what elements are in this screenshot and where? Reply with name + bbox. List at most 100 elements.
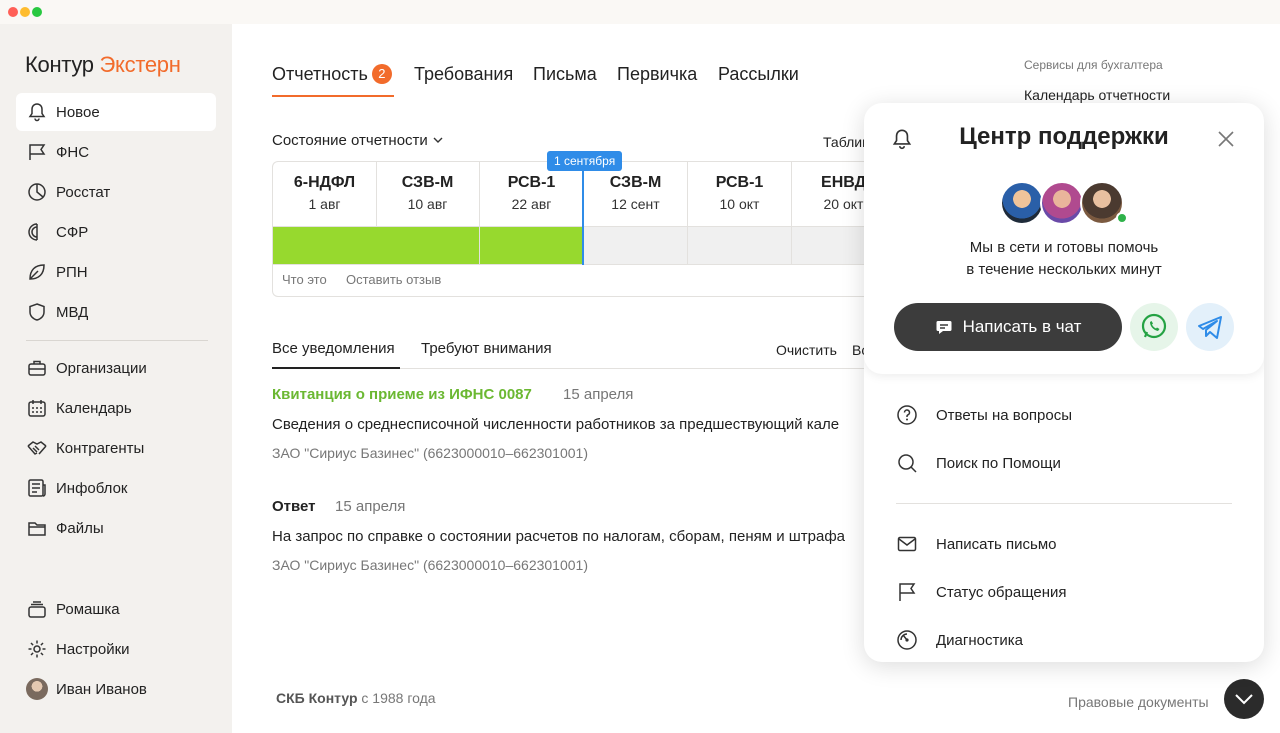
sidebar-divider: [26, 340, 208, 341]
report-cell[interactable]: СЗВ-М 10 авг: [376, 162, 480, 226]
support-subtitle-line: в течение нескольких минут: [966, 261, 1162, 278]
faq-menu-item[interactable]: Ответы на вопросы: [896, 404, 1072, 426]
sidebar-item-label: Настройки: [56, 640, 130, 658]
sidebar-item-files[interactable]: Файлы: [16, 509, 216, 547]
support-title: Центр поддержки: [959, 123, 1169, 150]
write-to-chat-button[interactable]: Написать в чат: [894, 303, 1122, 351]
report-name: РСВ-1: [715, 174, 764, 191]
request-status-menu-item[interactable]: Статус обращения: [896, 581, 1067, 603]
menu-item-label: Написать письмо: [936, 535, 1057, 553]
reporting-calendar-link[interactable]: Календарь отчетности: [1024, 87, 1170, 103]
notification-title[interactable]: Ответ: [272, 498, 316, 515]
sidebar-item-calendar[interactable]: Календарь: [16, 389, 216, 427]
sidebar-item-rosstat[interactable]: Росстат: [16, 173, 216, 211]
news-icon: [28, 479, 46, 497]
chat-button-label: Написать в чат: [962, 317, 1082, 336]
close-window-button[interactable]: [8, 7, 18, 17]
mail-icon: [897, 536, 917, 552]
sidebar-item-label: СФР: [56, 223, 89, 241]
sidebar-item-counterparties[interactable]: Контрагенты: [16, 429, 216, 467]
logo-text-kontur: Контур: [25, 52, 94, 77]
report-cell[interactable]: РСВ-1 10 окт: [688, 162, 792, 226]
tab-requires-attention[interactable]: Требуют внимания: [421, 340, 552, 357]
today-marker-line: [582, 161, 584, 265]
flag-icon: [29, 144, 46, 160]
gear-icon: [28, 640, 46, 658]
sidebar-item-label: РПН: [56, 263, 88, 281]
flag-icon: [899, 583, 916, 601]
notification-title[interactable]: Квитанция о приеме из ИФНС 0087: [272, 386, 532, 403]
tab-reporting[interactable]: Отчетность 2: [272, 64, 392, 85]
close-icon[interactable]: [1216, 129, 1236, 149]
sidebar-item-fns[interactable]: ФНС: [16, 133, 216, 171]
report-cell[interactable]: СЗВ-М 12 сент: [584, 162, 688, 226]
report-progress-bar: [688, 226, 792, 265]
organization-name: Ромашка: [56, 600, 120, 618]
whatsapp-icon: [1141, 313, 1167, 339]
sidebar-item-label: Инфоблок: [56, 479, 128, 497]
maximize-window-button[interactable]: [32, 7, 42, 17]
help-search-menu-item[interactable]: Поиск по Помощи: [896, 452, 1061, 474]
report-cell[interactable]: РСВ-1 22 авг: [480, 162, 584, 226]
report-name: ЕНВД: [821, 174, 866, 191]
sidebar-item-user[interactable]: Иван Иванов: [16, 670, 216, 708]
sidebar: Контур Экстерн Новое ФНС Росстат СФР РПН…: [0, 24, 232, 733]
report-progress-bar: [584, 226, 688, 265]
pie-chart-icon: [28, 183, 46, 201]
active-notifications-tab-indicator: [272, 367, 400, 369]
handshake-icon: [27, 441, 47, 455]
sidebar-item-organizations[interactable]: Организации: [16, 349, 216, 387]
report-cell[interactable]: 6-НДФЛ 1 авг: [273, 162, 377, 226]
tab-mailings[interactable]: Рассылки: [718, 64, 799, 85]
reporting-state-dropdown[interactable]: Состояние отчетности: [272, 132, 444, 149]
sidebar-item-settings[interactable]: Настройки: [16, 630, 216, 668]
whatsapp-button[interactable]: [1130, 303, 1178, 351]
company-since: с 1988 года: [357, 690, 436, 706]
sidebar-item-mvd[interactable]: МВД: [16, 293, 216, 331]
chevron-down-icon: [1235, 694, 1253, 705]
search-icon: [898, 454, 917, 473]
clear-notifications-button[interactable]: Очистить: [776, 342, 837, 358]
app-logo[interactable]: Контур Экстерн: [25, 52, 181, 78]
tab-requirements[interactable]: Требования: [414, 64, 513, 85]
tab-label: Отчетность: [272, 64, 368, 84]
support-subtitle-line: Мы в сети и готовы помочь: [969, 239, 1159, 256]
menu-item-label: Поиск по Помощи: [936, 454, 1061, 472]
report-date: 22 авг: [511, 196, 552, 212]
reporting-count-badge: 2: [371, 64, 392, 84]
sidebar-item-rpn[interactable]: РПН: [16, 253, 216, 291]
support-subtitle: Мы в сети и готовы помочь в течение неско…: [864, 237, 1264, 281]
diagnostics-menu-item[interactable]: Диагностика: [896, 629, 1023, 651]
tab-letters[interactable]: Письма: [533, 64, 597, 85]
user-avatar: [26, 678, 48, 700]
telegram-button[interactable]: [1186, 303, 1234, 351]
dropdown-label: Состояние отчетности: [272, 132, 428, 149]
tab-primary[interactable]: Первичка: [617, 64, 697, 85]
report-date: 12 сент: [611, 196, 660, 212]
report-progress-bar: [273, 226, 377, 265]
online-status-indicator: [1116, 212, 1128, 224]
sfr-icon: [28, 223, 38, 241]
support-toggle-button[interactable]: [1224, 679, 1264, 719]
sidebar-item-organization-switcher[interactable]: Ромашка: [16, 590, 216, 628]
leave-feedback-link[interactable]: Оставить отзыв: [346, 272, 441, 287]
stack-icon: [28, 601, 46, 618]
legal-documents-link[interactable]: Правовые документы: [1068, 694, 1209, 710]
report-progress-bar: [376, 226, 480, 265]
sidebar-item-sfr[interactable]: СФР: [16, 213, 216, 251]
minimize-window-button[interactable]: [20, 7, 30, 17]
report-cell[interactable]: ЕНВД 20 окт: [792, 162, 872, 226]
leaf-icon: [29, 264, 45, 280]
sidebar-item-infoblock[interactable]: Инфоблок: [16, 469, 216, 507]
write-email-menu-item[interactable]: Написать письмо: [896, 533, 1057, 555]
support-agent-avatar: [1000, 181, 1044, 225]
tab-all-notifications[interactable]: Все уведомления: [272, 340, 395, 357]
menu-item-label: Диагностика: [936, 631, 1023, 649]
support-center-panel: Центр поддержки Мы в сети и готовы помоч…: [864, 103, 1264, 662]
support-header: Центр поддержки Мы в сети и готовы помоч…: [864, 103, 1264, 374]
bell-icon: [28, 103, 46, 122]
what-is-it-link[interactable]: Что это: [282, 272, 327, 287]
sidebar-item-new[interactable]: Новое: [16, 93, 216, 131]
report-date: 1 авг: [308, 196, 341, 212]
services-heading: Сервисы для бухгалтера: [1024, 58, 1163, 72]
